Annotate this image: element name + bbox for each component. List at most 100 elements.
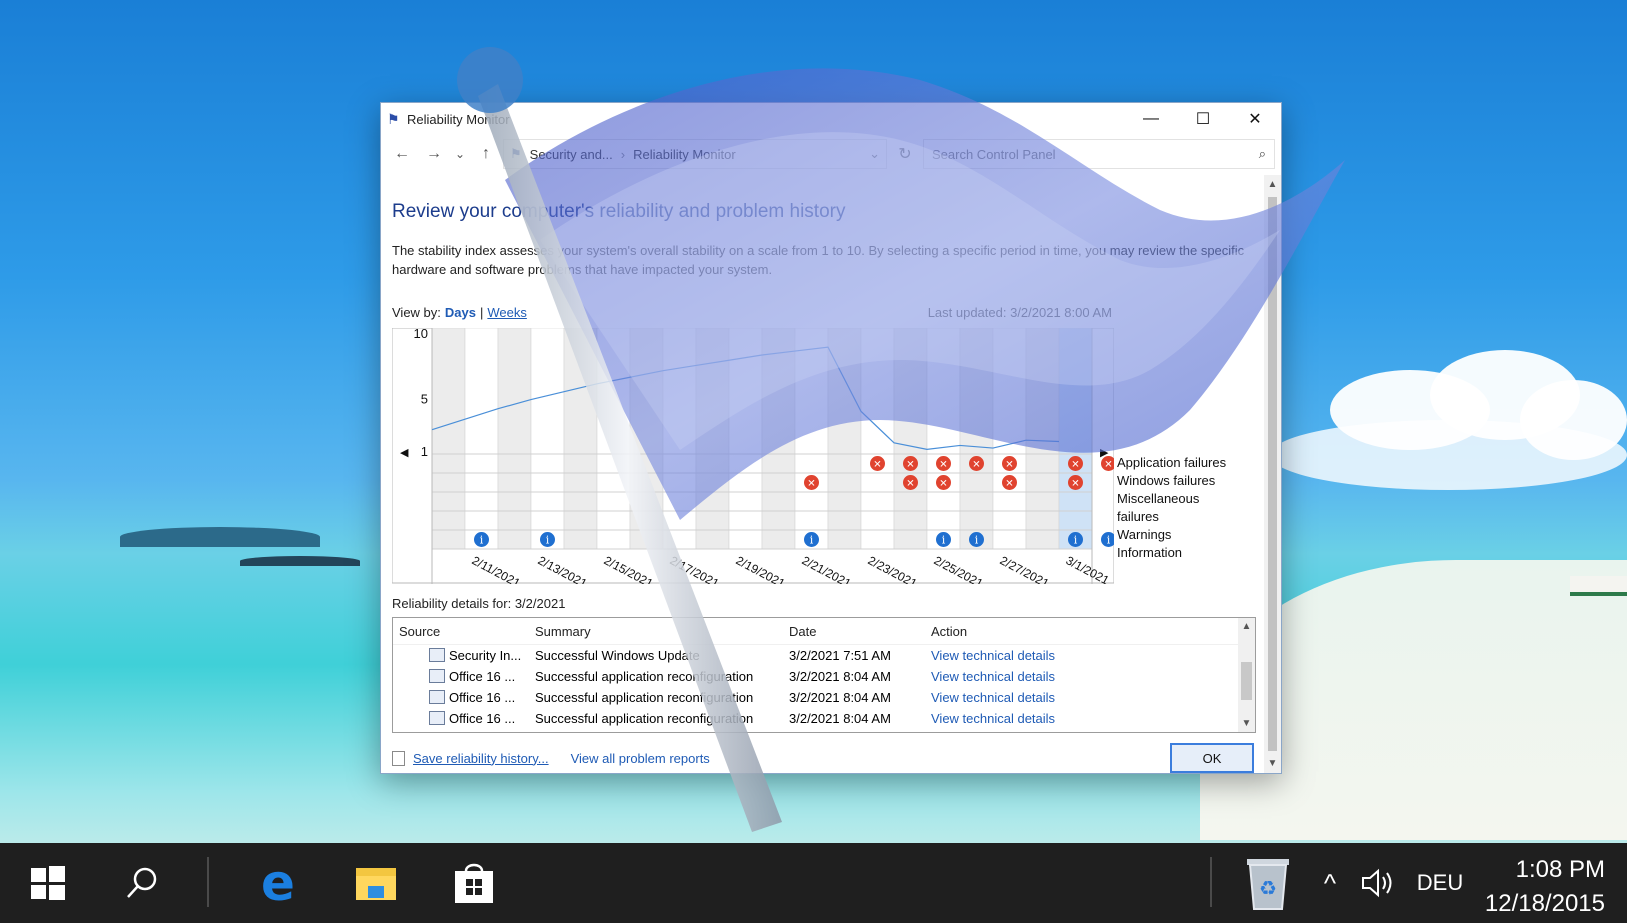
scroll-up-icon[interactable]: ▲: [1264, 179, 1281, 190]
application-failure-marker-glyph: ✕: [939, 460, 947, 471]
save-reliability-history-link[interactable]: Save reliability history...: [413, 751, 549, 766]
view-weeks-link[interactable]: Weeks: [487, 305, 527, 320]
day-column: [794, 327, 829, 550]
file-explorer-button[interactable]: [344, 843, 408, 923]
row-source-text: Security In...: [449, 648, 522, 663]
reliability-chart-svg[interactable]: ◀ ▶1051✕ ✕ ✕ ✕ ✕ ✕ ✕✕ ✕ ✕ ✕ ✕i i i i i i i2/11/2021 2/13/2…: [391, 326, 1116, 591]
row-source-text: Office 16 ...: [449, 690, 516, 705]
show-hidden-icons-chevron-icon[interactable]: ^: [1310, 843, 1350, 923]
grid-scroll-thumb[interactable]: [1241, 662, 1252, 700]
breadcrumb-security[interactable]: Security and...: [530, 147, 613, 162]
store-button[interactable]: [442, 843, 506, 923]
application-failure-marker-glyph: ✕: [906, 460, 914, 471]
view-days-link[interactable]: Days: [445, 305, 476, 320]
navigation-bar: ← → ⌄ ↑ ⚑ Security and... › Reliability …: [381, 135, 1281, 173]
day-column: [926, 327, 961, 550]
scroll-down-icon[interactable]: ▼: [1264, 758, 1281, 769]
grid-scrollbar[interactable]: ▲ ▼: [1238, 618, 1255, 732]
view-technical-details-link[interactable]: View technical details: [925, 669, 1091, 684]
day-column: [827, 327, 862, 550]
details-label: Reliability details for: 3/2/2021: [392, 596, 566, 611]
address-bar[interactable]: ⚑ Security and... › Reliability Monitor …: [503, 139, 887, 169]
search-button[interactable]: [110, 843, 174, 923]
volume-button[interactable]: [1356, 843, 1402, 923]
window-scroll-thumb[interactable]: [1268, 197, 1277, 751]
legend-information: Information: [1117, 545, 1183, 560]
window-title: Reliability Monitor: [407, 111, 510, 127]
day-column: [1058, 327, 1093, 550]
information-marker-glyph: i: [1074, 534, 1078, 547]
edge-browser-button[interactable]: e: [246, 843, 310, 923]
y-tick-label: 1: [421, 444, 428, 459]
application-failure-marker-glyph: ✕: [1104, 460, 1112, 471]
row-date: 3/2/2021 8:04 AM: [789, 711, 891, 726]
reliability-monitor-window: ⚑ Reliability Monitor — ☐ ✕ ← → ⌄ ↑ ⚑ Se…: [380, 102, 1282, 774]
grid-header: Source Summary Date Action: [393, 618, 1255, 645]
windows-failure-marker-glyph: ✕: [807, 479, 815, 490]
up-arrow-icon[interactable]: ↑: [471, 145, 501, 163]
day-column: [1025, 327, 1060, 550]
close-button[interactable]: ✕: [1229, 103, 1281, 135]
row-source: Office 16 ...: [393, 711, 529, 726]
view-technical-details-link[interactable]: View technical details: [925, 648, 1091, 663]
search-icon[interactable]: ⌕: [1259, 146, 1266, 162]
taskbar-separator: [1210, 857, 1212, 907]
start-button[interactable]: [16, 843, 80, 923]
windows-failure-marker-glyph: ✕: [906, 479, 914, 490]
ok-button[interactable]: OK: [1170, 743, 1254, 773]
breadcrumb-reliability-monitor[interactable]: Reliability Monitor: [633, 147, 736, 162]
column-source[interactable]: Source: [393, 624, 529, 639]
back-arrow-icon[interactable]: ←: [387, 145, 417, 163]
window-scrollbar[interactable]: ▲ ▼: [1264, 175, 1281, 773]
save-document-icon: [392, 750, 405, 766]
table-row[interactable]: Office 16 ... Successful application rec…: [393, 708, 1255, 729]
day-column: [629, 327, 664, 550]
minimize-button[interactable]: —: [1125, 103, 1177, 135]
column-action[interactable]: Action: [925, 624, 1091, 639]
row-source: Office 16 ...: [393, 669, 529, 684]
legend-miscellaneous-failures: Miscellaneous failures: [1117, 491, 1200, 524]
application-failure-marker-glyph: ✕: [1005, 460, 1013, 471]
row-date: 3/2/2021 7:51 AM: [789, 648, 891, 663]
information-marker-glyph: i: [546, 534, 550, 547]
view-technical-details-link[interactable]: View technical details: [925, 711, 1091, 726]
refresh-icon[interactable]: ↻: [889, 144, 921, 164]
chart-scroll-left-icon[interactable]: ◀: [400, 447, 409, 459]
language-indicator[interactable]: DEU: [1410, 843, 1470, 923]
maximize-button[interactable]: ☐: [1177, 103, 1229, 135]
search-input[interactable]: Search Control Panel: [932, 147, 1056, 162]
information-marker-glyph: i: [942, 534, 946, 547]
column-date[interactable]: Date: [783, 624, 925, 639]
document-icon: [429, 711, 445, 725]
document-icon: [429, 648, 445, 662]
taskbar-clock[interactable]: 1:08 PM 12/18/2015: [1485, 853, 1605, 921]
details-grid: Source Summary Date Action Security In..…: [392, 617, 1256, 733]
recycle-bin-button[interactable]: ♻: [1232, 843, 1304, 923]
view-technical-details-link[interactable]: View technical details: [925, 690, 1091, 705]
row-summary: Successful Windows Update: [535, 648, 700, 663]
chevron-down-icon[interactable]: ⌄: [869, 146, 880, 162]
reliability-chart[interactable]: ◀ ▶ 10 5 1 ✕ ✕ ✕ ✕ ✕ ✕ ✕ ✕ ✕ ✕ ✕ ✕ i i i i i i i 2/11/2021 2/13/2…: [391, 326, 1242, 591]
column-summary[interactable]: Summary: [529, 624, 783, 639]
table-row[interactable]: Office 16 ... Successful application rec…: [393, 666, 1255, 687]
scroll-up-icon[interactable]: ▲: [1238, 621, 1255, 632]
row-summary: Successful application reconfiguration: [535, 669, 754, 684]
view-by-row: View by: Days | Weeks Last updated: 3/2/…: [392, 305, 1112, 320]
scroll-down-icon[interactable]: ▼: [1238, 718, 1255, 729]
recycle-bin-icon: ♻: [1247, 859, 1289, 910]
view-all-problem-reports-link[interactable]: View all problem reports: [571, 751, 710, 766]
row-source-text: Office 16 ...: [449, 711, 516, 726]
chart-legend: Application failures Windows failures Mi…: [1117, 454, 1242, 562]
windows-failure-marker-glyph: ✕: [1071, 479, 1079, 490]
day-column: [992, 327, 1027, 550]
table-row[interactable]: Office 16 ... Successful application rec…: [393, 687, 1255, 708]
flag-icon: ⚑: [387, 111, 400, 127]
forward-arrow-icon[interactable]: →: [419, 145, 449, 163]
page-heading: Review your computer's reliability and p…: [392, 201, 846, 222]
table-row[interactable]: Security In... Successful Windows Update…: [393, 645, 1255, 666]
breadcrumb-separator-icon[interactable]: ›: [621, 147, 625, 162]
search-box[interactable]: Search Control Panel ⌕: [923, 139, 1275, 169]
row-source: Office 16 ...: [393, 690, 529, 705]
row-date: 3/2/2021 8:04 AM: [789, 690, 891, 705]
recent-locations-chevron-icon[interactable]: ⌄: [451, 147, 469, 161]
